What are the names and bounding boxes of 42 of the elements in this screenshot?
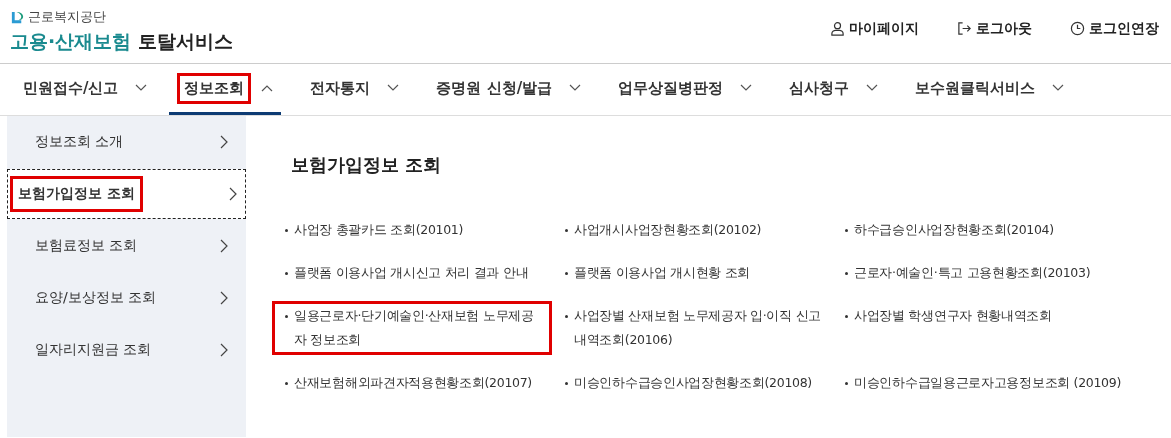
nav-tab[interactable]: 심사청구	[774, 64, 887, 115]
sidebar-item[interactable]: 일자리지원금 조회	[7, 324, 246, 376]
tab-label: 전자통지	[309, 77, 372, 99]
sidebar-item[interactable]: 정보조회 소개	[7, 116, 246, 168]
nav-tab[interactable]: 전자통지	[295, 64, 408, 115]
nav-tab[interactable]: 민원접수/신고	[8, 64, 156, 115]
tab-label: 정보조회	[177, 72, 252, 104]
header-link[interactable]: 로그인연장	[1070, 19, 1159, 38]
sidebar-label: 일자리지원금 조회	[34, 340, 153, 359]
sidebar-label: 보험료정보 조회	[34, 236, 139, 255]
sidebar-item[interactable]: 보험료정보 조회	[7, 220, 246, 272]
info-link[interactable]: 사업장 총괄카드 조회(20101)	[272, 215, 552, 245]
info-link[interactable]: 사업개시사업장현황조회(20102)	[552, 215, 832, 245]
sidebar-label: 요양/보상정보 조회	[34, 288, 158, 307]
sidebar-item[interactable]: 요양/보상정보 조회	[7, 272, 246, 324]
service-name-accent: 고용·산재보험	[10, 30, 132, 52]
tab-label: 업무상질병판정	[617, 77, 725, 99]
header-link[interactable]: 마이페이지	[830, 19, 919, 38]
info-link[interactable]: 사업장별 산재보험 노무제공자 입·이직 신고 내역조회(20106)	[552, 301, 832, 355]
info-link[interactable]: 플랫폼 이용사업 개시현황 조회	[552, 258, 832, 288]
nav-tab[interactable]: 보수원클릭서비스	[900, 64, 1073, 115]
nav-tab[interactable]: 증명원 신청/발급	[421, 64, 590, 115]
header-link[interactable]: 로그아웃	[957, 19, 1032, 38]
info-link[interactable]: 플랫폼 이용사업 개시신고 처리 결과 안내	[272, 258, 552, 288]
info-link[interactable]: 미승인하수급일용근로자고용정보조회 (20109)	[832, 368, 1132, 398]
info-link[interactable]: 근로자·예술인·특고 고용현황조회(20103)	[832, 258, 1132, 288]
tab-label: 보수원클릭서비스	[914, 77, 1037, 99]
org-name: 근로복지공단	[28, 8, 106, 26]
info-link[interactable]: 산재보험해외파견자적용현황조회(20107)	[272, 368, 552, 398]
tab-label: 심사청구	[788, 77, 851, 99]
tab-label: 증명원 신청/발급	[435, 77, 554, 99]
nav-tab[interactable]: 업무상질병판정	[603, 64, 761, 115]
tab-label: 민원접수/신고	[22, 77, 120, 99]
sidebar-label: 보험가입정보 조회	[10, 176, 143, 212]
service-name: 토탈서비스	[137, 30, 233, 52]
sidebar-label: 정보조회 소개	[34, 132, 125, 151]
sidebar-item[interactable]: 보험가입정보 조회	[7, 169, 246, 219]
info-link[interactable]: 사업장별 학생연구자 현황내역조회	[832, 301, 1132, 355]
page-title: 보험가입정보 조회	[291, 153, 443, 177]
info-link[interactable]: 일용근로자·단기예술인·산재보험 노무제공자 정보조회	[272, 301, 552, 355]
info-link[interactable]: 미승인하수급승인사업장현황조회(20108)	[552, 368, 832, 398]
info-link[interactable]: 하수급승인사업장현황조회(20104)	[832, 215, 1132, 245]
